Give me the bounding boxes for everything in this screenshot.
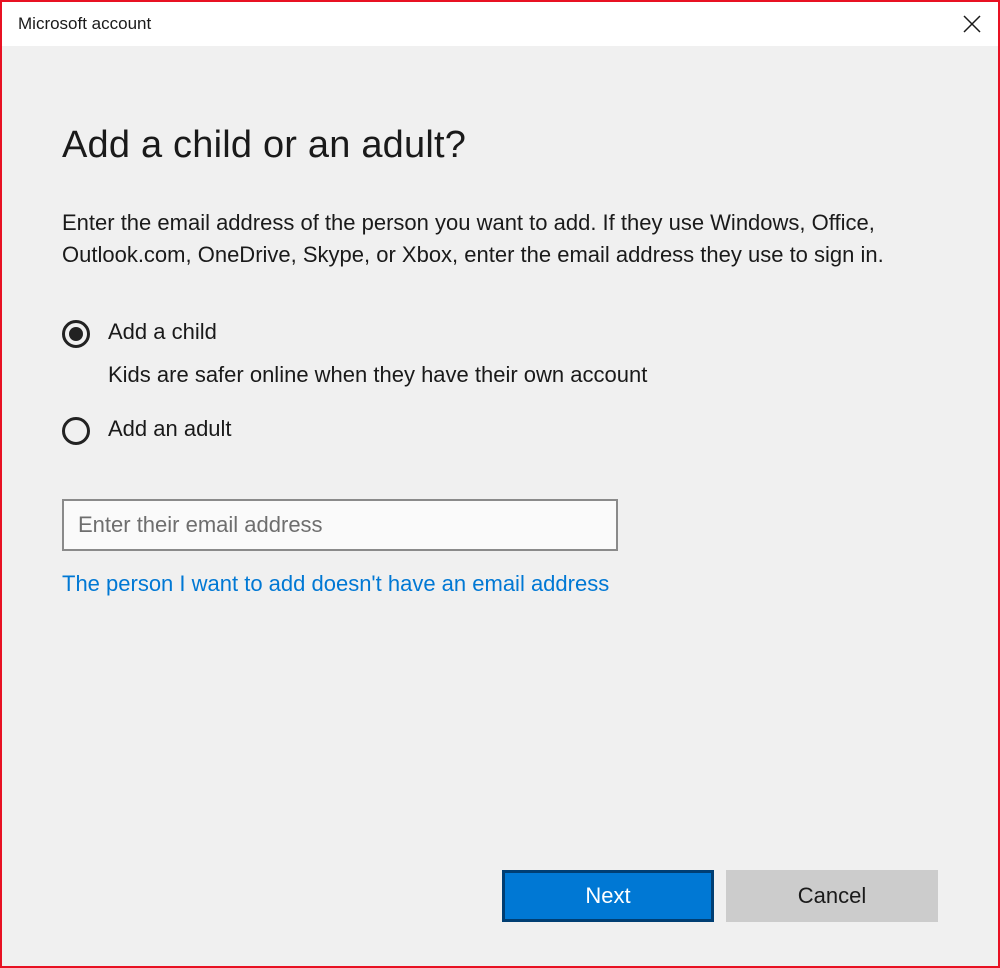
page-description: Enter the email address of the person yo…: [62, 207, 938, 271]
titlebar: Microsoft account: [2, 2, 998, 46]
close-icon: [963, 15, 981, 33]
next-button[interactable]: Next: [502, 870, 714, 922]
radio-add-child[interactable]: Add a child: [62, 319, 938, 348]
radio-child-subtext: Kids are safer online when they have the…: [108, 362, 938, 388]
email-input[interactable]: [62, 499, 618, 551]
radio-label-child: Add a child: [108, 319, 217, 345]
page-heading: Add a child or an adult?: [62, 124, 938, 167]
radio-label-adult: Add an adult: [108, 416, 232, 442]
radio-icon: [62, 417, 90, 445]
button-row: Next Cancel: [502, 870, 938, 922]
radio-add-adult[interactable]: Add an adult: [62, 416, 938, 445]
close-button[interactable]: [946, 2, 998, 46]
cancel-button[interactable]: Cancel: [726, 870, 938, 922]
account-type-radio-group: Add a child Kids are safer online when t…: [62, 319, 938, 459]
no-email-link[interactable]: The person I want to add doesn't have an…: [62, 571, 609, 597]
dialog-window: Microsoft account Add a child or an adul…: [0, 0, 1000, 968]
dialog-content: Add a child or an adult? Enter the email…: [2, 46, 998, 966]
radio-icon: [62, 320, 90, 348]
window-title: Microsoft account: [18, 14, 151, 34]
